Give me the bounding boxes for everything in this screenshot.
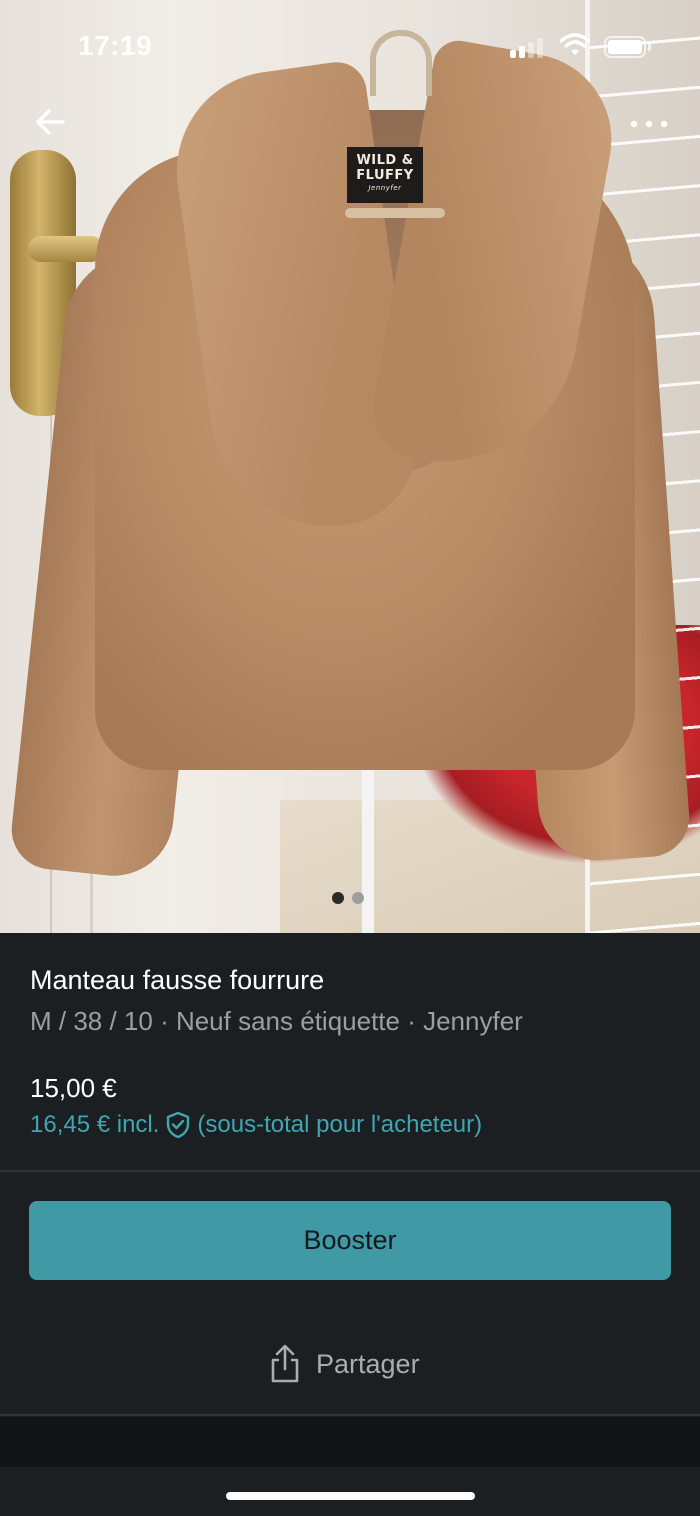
cellular-signal-icon [510,36,548,58]
status-bar: 17:19 [0,0,700,90]
item-title: Manteau fausse fourrure [30,965,325,995]
price-incl-note: (sous-total pour l'acheteur) [197,1111,483,1138]
hanger [345,208,445,218]
item-subtitle: M / 38 / 10 · Neuf sans étiquette · Jenn… [30,1006,523,1036]
shield-check-icon [167,1111,190,1139]
share-label: Partager [316,1348,420,1379]
item-price: 15,00 € [30,1073,117,1103]
pagination-dot-2[interactable] [352,892,364,904]
divider [0,1414,700,1416]
home-indicator[interactable] [226,1492,475,1500]
pagination-dot-1[interactable] [332,892,344,904]
more-horizontal-icon [630,120,668,128]
buyer-protection-price[interactable]: 16,45 € incl. (sous-total pour l'acheteu… [30,1111,482,1139]
share-button[interactable]: Partager [268,1340,420,1388]
price-incl-amount: 16,45 € incl. [30,1111,160,1138]
back-button[interactable] [28,100,72,144]
boost-button[interactable]: Booster [29,1201,671,1280]
bottom-panel [0,1417,700,1467]
product-photo[interactable]: WILD & FLUFFY Jennyfer [0,0,700,933]
photo-pagination[interactable] [332,892,364,904]
battery-icon [604,36,646,58]
arrow-left-icon [36,109,65,135]
wifi-icon [559,32,591,58]
brand-label: WILD & FLUFFY Jennyfer [347,147,423,203]
divider [0,1170,700,1172]
more-options-button[interactable] [624,102,674,146]
share-icon [271,1344,299,1383]
status-time: 17:19 [78,30,153,61]
